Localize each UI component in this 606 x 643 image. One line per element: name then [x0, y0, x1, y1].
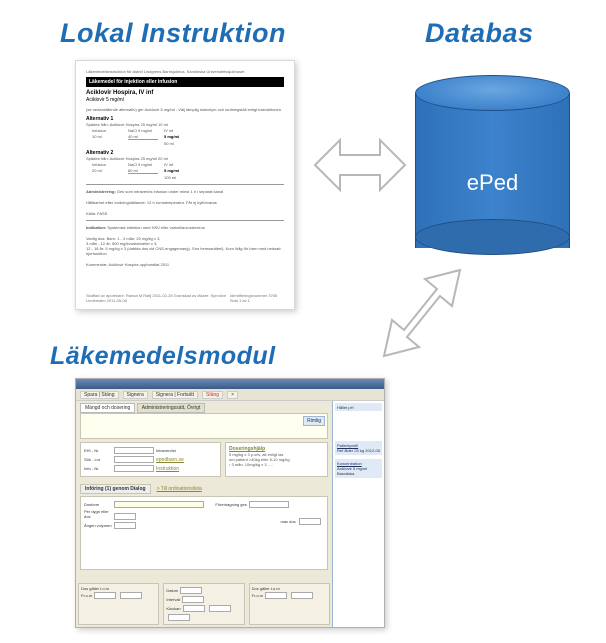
doc-admin-text: Ges som intravenös infusion under minst … — [117, 189, 223, 194]
field-klockan-1[interactable] — [183, 605, 205, 612]
module-toolbar: Spara | Stäng Signera Signera | Fortsätt… — [76, 389, 384, 401]
lbl-from: Fr.o.m — [81, 593, 92, 598]
side-koncentration: Koncentration Aciklovir 5 mg/ml Basväska — [335, 459, 382, 478]
doc-alt2-row: InfusionNaCl 9 mg/mlIV inf — [92, 162, 284, 167]
doc-kalla: Källa: FASS — [86, 211, 284, 216]
toolbar-stang[interactable]: Stäng — [202, 391, 223, 399]
side-profil: Patientprofil Ref ålder 20 kg 2012-05 — [335, 441, 382, 455]
module-main: Mängd och dosering Administreringssätt, … — [76, 401, 332, 627]
arrow-horizontal-bidirectional — [315, 140, 405, 190]
lbl-datum: Datum — [166, 588, 178, 593]
side-halt: Hållet pH — [335, 403, 382, 411]
arrow-diagonal-bidirectional — [384, 270, 460, 356]
doc-black-bar: Läkemedel för injektion eller infusion — [86, 77, 284, 87]
database-label: ePed — [415, 170, 570, 196]
doc-intro: (se nedanstående alternativ) ger Aciclov… — [86, 107, 284, 112]
lbl-ange-volym: Ången volymen — [84, 523, 112, 528]
doc-alt1-row: 50 ml — [92, 141, 284, 146]
panel-top: Rimlig — [80, 413, 328, 439]
tab-admsatt[interactable]: Administreringssätt, Övrigt — [137, 403, 206, 413]
doc-indikation-title: Indikation: — [86, 225, 106, 230]
doc-footer-left: Skaffad av apotekare: Ranaa M Rafij 2011… — [86, 293, 230, 303]
lbl-klockan: Klockan — [166, 606, 180, 611]
field-maxdos[interactable] — [299, 518, 321, 525]
tab-dosering[interactable]: Mängd och dosering — [80, 403, 135, 413]
field-intervall[interactable] — [182, 596, 204, 603]
doc-alt1-desc: Spädes från: Aciklovir Hospira 25 mg/ml … — [86, 122, 284, 127]
module-titlebar — [76, 379, 384, 389]
document-instruction-thumbnail: Läkemedelsinstruktion för Astrid Lindgre… — [75, 60, 295, 310]
link-epedbarn[interactable]: epedbarn.se — [156, 457, 184, 463]
field-ehid[interactable] — [114, 447, 154, 454]
lbl-dosform: Dosform — [84, 502, 112, 507]
heading-lokal-instruktion: Lokal Instruktion — [60, 18, 286, 49]
link-instruktion[interactable]: Instruktion — [156, 466, 179, 472]
doc-kommentar: Kommentar: Aciklovir Hospira upphandlat … — [86, 262, 284, 267]
lbl-maxdos: max dos — [280, 519, 295, 524]
lbl-per-dygn: Per dygn eller dos — [84, 509, 112, 519]
doc-alt2-desc: Spädes från: Aciklovir Hospira 25 mg/ml … — [86, 156, 284, 161]
toolbar-spara-stang[interactable]: Spara | Stäng — [80, 391, 119, 399]
lbl-ehid: EHI - Nr — [84, 448, 112, 453]
doc-indikation-text: Systemisk infektion med HSV eller varice… — [107, 225, 204, 230]
side-beredning: Aciklovir 5 mg/ml Basväska — [337, 466, 380, 476]
field-per-dygn[interactable] — [114, 513, 136, 520]
module-screenshot: Spara | Stäng Signera Signera | Fortsätt… — [75, 378, 385, 628]
lbl-from-2: Fr.o.m — [252, 593, 263, 598]
field-from-time[interactable] — [120, 592, 142, 599]
lbl-intervall: Intervall — [166, 597, 180, 602]
doc-footer-right: Identifieringsnummer 3765 Sida 1 av 1 — [230, 293, 284, 303]
panel-bottom-row: Dos gäller t.o.m Fr.o.m Datum Intervall … — [78, 583, 330, 625]
field-datum[interactable] — [180, 587, 202, 594]
doc-alt1-row: 10 ml40 ml5 mg/ml — [92, 134, 284, 140]
panel-dosering: Dosform Föredragning ges Per dygn eller … — [80, 496, 328, 570]
doc-header-small: Läkemedelsinstruktion för Astrid Lindgre… — [86, 69, 284, 74]
field-klockan-3[interactable] — [168, 614, 190, 621]
database-cylinder: ePed — [415, 75, 570, 255]
panel-inforing-title: Införing (1) genom Dialog — [80, 484, 151, 494]
lbl-foredragning: Föredragning ges — [215, 502, 246, 507]
panel-detail-right: Doseringshjälp 5 mg/kg x 3 p.o/iv, alt e… — [225, 442, 328, 477]
doc-alt2-row: 100 ml — [92, 175, 284, 180]
panel-detail-left: EHI - NrIntravenöst Sök - Lnrepedbarn.se… — [80, 442, 221, 477]
rimlig-button[interactable]: Rimlig — [303, 416, 325, 426]
lbl-sok: Sök - Lnr — [84, 457, 112, 462]
heading-databas: Databas — [425, 18, 534, 49]
module-sidebar: Hållet pH Patientprofil Ref ålder 20 kg … — [332, 401, 384, 627]
field-dosform[interactable] — [114, 501, 204, 508]
doc-admin-title: Administrering: — [86, 189, 116, 194]
field-klockan-2[interactable] — [209, 605, 231, 612]
field-foredragning[interactable] — [249, 501, 289, 508]
toolbar-signera-fortsatt[interactable]: Signera | Fortsätt — [152, 391, 198, 399]
doc-alt1-row: InfusionNaCl 9 mg/mlIV inf — [92, 128, 284, 133]
doc-alt2-row: 20 ml80 ml5 mg/ml — [92, 168, 284, 174]
doc-dos-line: 12 - 18 år: 5 mg/kg x 3 (dubbla dos vid … — [86, 246, 284, 256]
link-till-ordinationslista[interactable]: > Till ordinationslista — [157, 486, 202, 492]
toolbar-makuler[interactable]: × — [227, 391, 238, 399]
field-from-2[interactable] — [265, 592, 287, 599]
field-ange-volym[interactable] — [114, 522, 136, 529]
field-from[interactable] — [94, 592, 116, 599]
field-sok[interactable] — [114, 456, 154, 463]
field-info[interactable] — [114, 465, 154, 472]
toolbar-signera[interactable]: Signera — [123, 391, 148, 399]
doc-drug-sub: Aciklovir 5 mg/ml — [86, 97, 284, 103]
lbl-info: Info - Nr — [84, 466, 112, 471]
field-from-2-time[interactable] — [291, 592, 313, 599]
doc-drug-title: Aciklovir Hospira, IV inf — [86, 90, 284, 96]
heading-lakemedelsmodul: Läkemedelsmodul — [50, 342, 276, 371]
